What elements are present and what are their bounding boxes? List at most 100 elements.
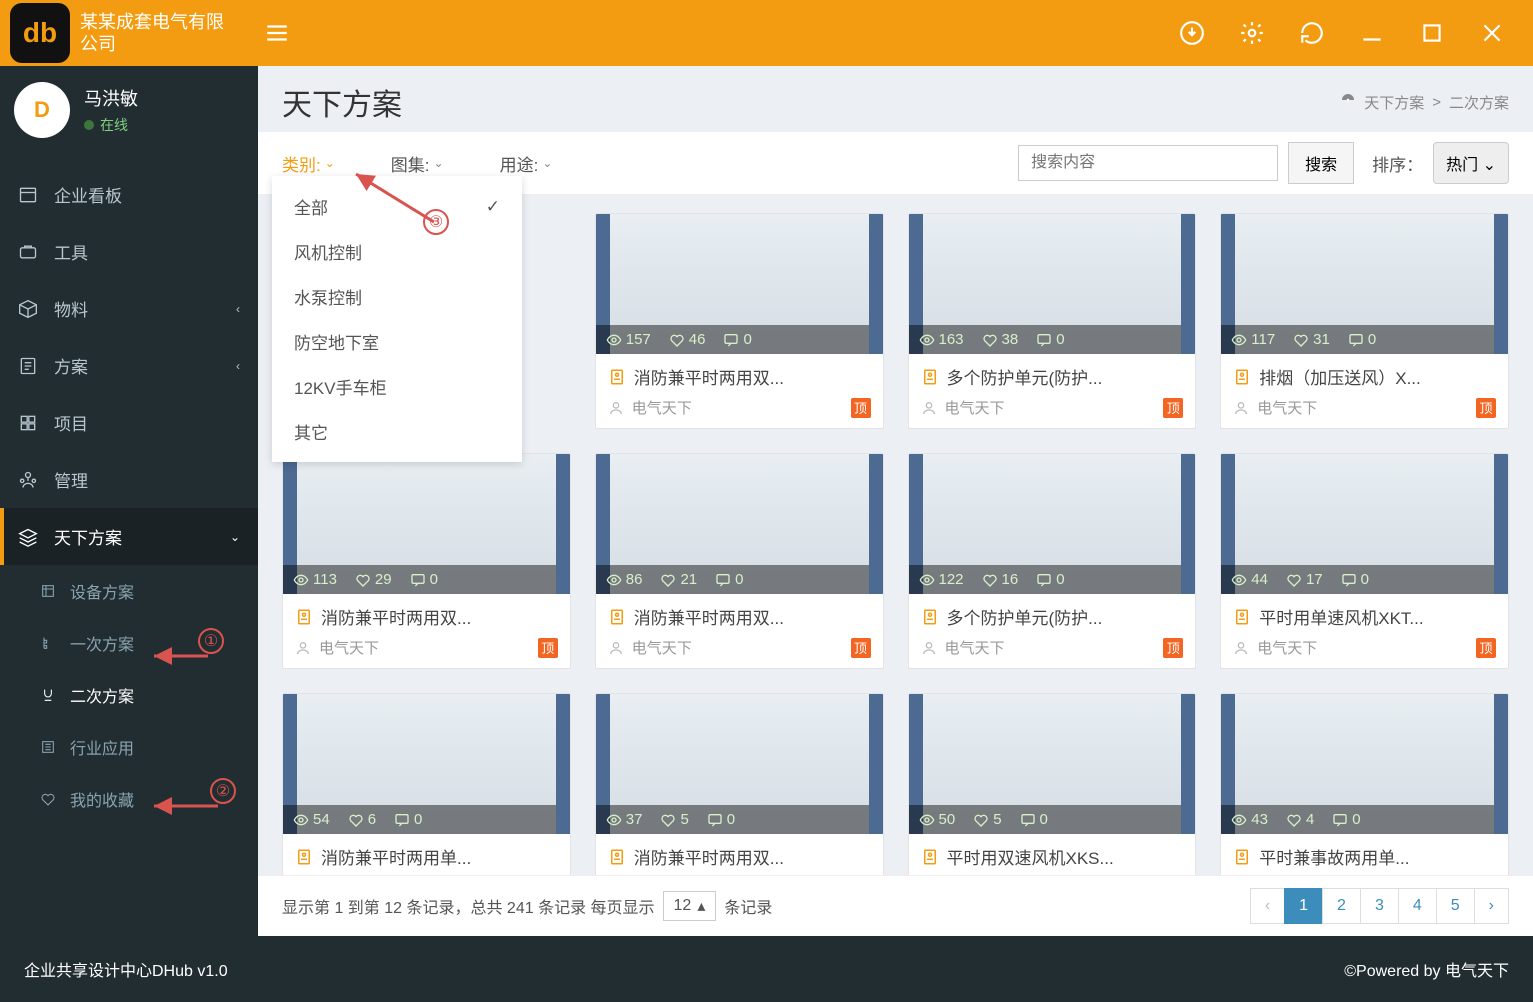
sidebar-sub-1[interactable]: 一次方案 [0,617,258,669]
sidebar-sub-0[interactable]: 设备方案 [0,565,258,617]
likes: 21 [660,571,697,588]
download-icon[interactable] [1179,20,1205,46]
card-stats: 54 6 0 [283,805,570,834]
sub-icon [40,687,58,703]
card-title: 消防兼平时两用单... [283,834,570,873]
views: 86 [606,571,643,588]
scheme-card[interactable]: 3750消防兼平时两用双...电气天下顶 [595,693,884,875]
page-3[interactable]: 3 [1360,888,1399,924]
sidebar-item-1[interactable]: 工具 [0,223,258,280]
filter-category[interactable]: 类别:⌄ [282,151,335,176]
crumb-b[interactable]: 二次方案 [1449,92,1509,113]
comments: 0 [394,811,422,828]
card-title: 多个防护单元(防护... [909,594,1196,633]
page-‹[interactable]: ‹ [1250,888,1285,924]
crumb-a[interactable]: 天下方案 [1364,92,1424,113]
card-thumbnail: 157460 [596,214,883,354]
sidebar-item-label: 管理 [54,467,88,492]
sub-item-label: 一次方案 [70,631,134,655]
comments: 0 [707,811,735,828]
sidebar-item-3[interactable]: 方案‹ [0,337,258,394]
main-content: 天下方案 天下方案 > 二次方案 类别:⌄ 图集:⌄ 用途:⌄ 搜索 排序： 热… [258,66,1533,936]
close-icon[interactable] [1479,20,1505,46]
page-5[interactable]: 5 [1436,888,1475,924]
dashboard-icon [1340,92,1356,112]
page-4[interactable]: 4 [1398,888,1437,924]
page-1[interactable]: 1 [1284,888,1323,924]
pagesize-select[interactable]: 12 ▴ [663,891,717,921]
views: 54 [293,811,330,828]
maximize-icon[interactable] [1419,20,1445,46]
sort-select[interactable]: 热门 ⌄ [1433,142,1509,184]
scheme-card[interactable]: 157460消防兼平时两用双...电气天下顶 [595,213,884,429]
views: 117 [1231,331,1275,348]
card-thumbnail: 122160 [909,454,1196,594]
pin-badge: 顶 [1163,398,1183,418]
comments: 0 [410,571,438,588]
scheme-card[interactable]: 86210消防兼平时两用双...电气天下顶 [595,453,884,669]
nav-icon [18,185,40,205]
card-title: 平时用单速风机XKT... [1221,594,1508,633]
filter-bar: 类别:⌄ 图集:⌄ 用途:⌄ 搜索 排序： 热门 ⌄ 全部风机控制水泵控制防空地… [258,132,1533,195]
minimize-icon[interactable] [1359,20,1385,46]
likes: 4 [1286,811,1314,828]
sidebar-item-5[interactable]: 管理 [0,451,258,508]
nav-icon [18,413,40,433]
card-title: 消防兼平时两用双... [596,354,883,393]
card-thumbnail: 113290 [283,454,570,594]
card-thumbnail: 5050 [909,694,1196,834]
likes: 6 [348,811,376,828]
scheme-card[interactable]: 117310排烟（加压送风）X...电气天下顶 [1220,213,1509,429]
dropdown-option[interactable]: 水泵控制 [272,274,522,319]
likes: 17 [1286,571,1323,588]
pagination: ‹12345› [1251,888,1509,924]
sidebar-item-0[interactable]: 企业看板 [0,166,258,223]
comments: 0 [1036,571,1064,588]
chevron-down-icon: ⌄ [1483,157,1496,174]
nav-icon [18,356,40,376]
dropdown-option[interactable]: 防空地下室 [272,319,522,364]
card-thumbnail: 54 6 0 [283,694,570,834]
dropdown-option[interactable]: 全部 [272,184,522,229]
card-stats: 86 21 0 [596,565,883,594]
search-input[interactable] [1018,145,1278,181]
page-2[interactable]: 2 [1322,888,1361,924]
pin-badge: 顶 [851,398,871,418]
comments: 0 [715,571,743,588]
dropdown-option[interactable]: 12KV手车柜 [272,364,522,409]
hamburger-menu-icon[interactable] [264,20,290,46]
sidebar-item-4[interactable]: 项目 [0,394,258,451]
filter-usage[interactable]: 用途:⌄ [500,151,553,176]
sidebar-sub-2[interactable]: 二次方案 [0,669,258,721]
scheme-card[interactable]: 122160多个防护单元(防护...电气天下顶 [908,453,1197,669]
comments: 0 [723,331,751,348]
refresh-icon[interactable] [1299,20,1325,46]
dropdown-option[interactable]: 其它 [272,409,522,454]
scheme-card[interactable]: 163380多个防护单元(防护...电气天下顶 [908,213,1197,429]
likes: 31 [1293,331,1330,348]
sub-icon [40,791,58,807]
sub-item-label: 行业应用 [70,735,134,759]
scheme-card[interactable]: 5050平时用双速风机XKS...电气天下顶 [908,693,1197,875]
user-panel: D 马洪敏 在线 [0,66,258,166]
filter-gallery[interactable]: 图集:⌄ [391,151,444,176]
likes: 5 [973,811,1001,828]
page-›[interactable]: › [1474,888,1509,924]
sidebar-item-tianxia[interactable]: 天下方案 ⌄ [0,508,258,565]
sidebar-item-2[interactable]: 物料‹ [0,280,258,337]
dropdown-option[interactable]: 风机控制 [272,229,522,274]
chevron-down-icon: ⌄ [230,530,240,544]
sidebar-sub-3[interactable]: 行业应用 [0,721,258,773]
search-button[interactable]: 搜索 [1288,142,1354,184]
nav-icon [18,299,40,319]
nav-icon [18,470,40,490]
sub-item-label: 我的收藏 [70,787,134,811]
scheme-card[interactable]: 5460消防兼平时两用单...电气天下顶 [282,693,571,875]
scheme-card[interactable]: 113290消防兼平时两用双...电气天下顶 [282,453,571,669]
scheme-card[interactable]: 44170平时用单速风机XKT...电气天下顶 [1220,453,1509,669]
sidebar-sub-4[interactable]: 我的收藏 [0,773,258,825]
comments: 0 [1341,571,1369,588]
settings-gear-icon[interactable] [1239,20,1265,46]
nav-icon [18,242,40,262]
scheme-card[interactable]: 4340平时兼事故两用单...电气天下顶 [1220,693,1509,875]
